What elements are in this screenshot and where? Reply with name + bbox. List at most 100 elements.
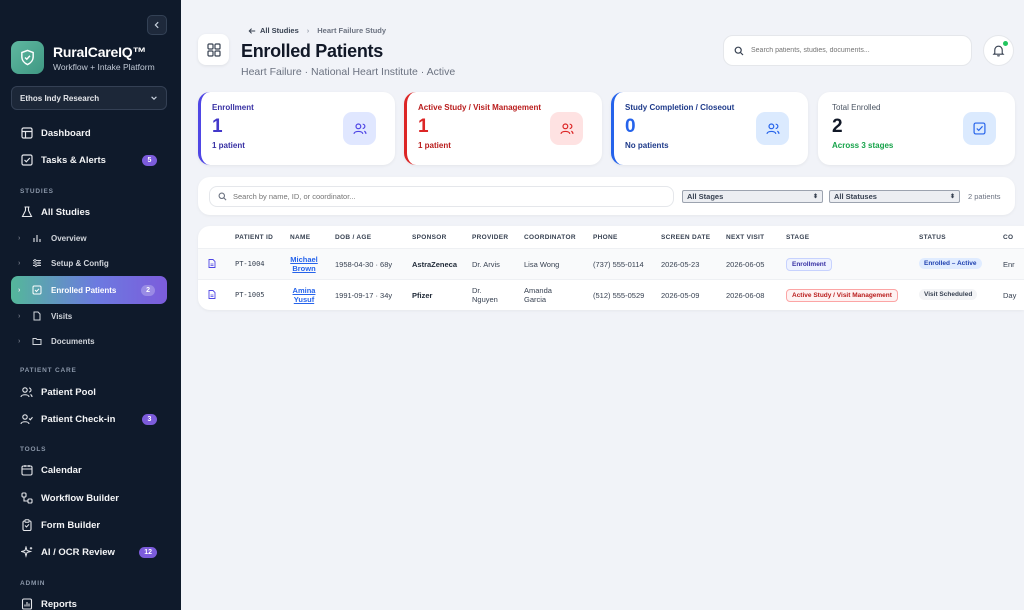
nav-patient-pool[interactable]: Patient Pool — [11, 379, 167, 405]
patient-search-input[interactable] — [233, 192, 653, 201]
folder-icon — [32, 338, 41, 345]
nav-overview[interactable]: › Overview — [11, 226, 167, 250]
sparkles-icon — [20, 546, 32, 558]
table-row[interactable]: PT-1004 Michael Brown 1958-04-30 · 68y A… — [198, 248, 1024, 279]
next-visit: 2026-06-08 — [726, 291, 765, 300]
coordinator-line: Garcia — [524, 295, 547, 304]
nav-dashboard[interactable]: Dashboard — [11, 120, 167, 146]
status-badge: Visit Scheduled — [919, 289, 978, 300]
card-label: Active Study / Visit Management — [418, 103, 541, 112]
provider-line: Nguyen — [472, 295, 498, 304]
patient-dob: 1991-09-17 · 34y — [335, 291, 393, 300]
nav-enrolled-patients[interactable]: › Enrolled Patients 2 — [11, 276, 167, 304]
patient-name-link[interactable]: Amina Yusuf — [290, 286, 318, 304]
card-label: Enrollment — [212, 103, 254, 112]
checkin-count-badge: 3 — [142, 413, 157, 425]
nav-label: Enrolled Patients — [51, 285, 117, 295]
nav-ai-ocr-review[interactable]: AI / OCR Review 12 — [11, 539, 167, 565]
nav-workflow-builder[interactable]: Workflow Builder — [11, 485, 167, 511]
document-icon[interactable] — [208, 290, 216, 299]
column-header[interactable]: NEXT VISIT — [726, 234, 764, 241]
section-tools: TOOLS — [20, 446, 47, 453]
column-header[interactable]: SCREEN DATE — [661, 234, 710, 241]
column-header[interactable]: STAGE — [786, 234, 809, 241]
nav-label: Form Builder — [41, 519, 101, 531]
stage-filter-select[interactable]: All Stages ⬍ — [682, 190, 823, 203]
stat-card-closeout[interactable]: Study Completion / Closeout 0 No patient… — [611, 92, 808, 165]
calendar-icon — [20, 465, 33, 476]
breadcrumb-current: Heart Failure Study — [317, 26, 387, 35]
nav-visits[interactable]: › Visits — [11, 304, 167, 328]
column-header[interactable]: PHONE — [593, 234, 618, 241]
chevron-right-icon: › — [18, 286, 21, 294]
column-header[interactable]: DOB / AGE — [335, 234, 371, 241]
column-header[interactable]: STATUS — [919, 234, 946, 241]
patient-id: PT-1005 — [235, 291, 265, 299]
report-icon — [21, 598, 32, 610]
table-row[interactable]: PT-1005 Amina Yusuf 1991-09-17 · 34y Pfi… — [198, 279, 1024, 310]
nav-calendar[interactable]: Calendar — [11, 457, 167, 483]
nav-label: Calendar — [41, 464, 82, 476]
patient-name-link[interactable]: Michael Brown — [290, 255, 318, 273]
chevron-right-icon: › — [18, 337, 21, 345]
nav-label: Patient Check-in — [41, 413, 116, 425]
nav-all-studies[interactable]: All Studies — [11, 199, 167, 225]
column-header[interactable]: PATIENT ID — [235, 234, 273, 241]
status-filter-select[interactable]: All Statuses ⬍ — [829, 190, 960, 203]
stat-card-active-study[interactable]: Active Study / Visit Management 1 1 pati… — [404, 92, 602, 165]
nav-label: Dashboard — [41, 127, 91, 139]
search-icon — [218, 192, 227, 201]
column-header[interactable]: CO — [1003, 234, 1013, 241]
provider-line: Dr. — [472, 286, 482, 295]
patient-last-name: Brown — [292, 264, 316, 273]
document-icon[interactable] — [208, 259, 216, 268]
nav-label: Documents — [51, 336, 95, 346]
nav-label: Visits — [51, 311, 73, 321]
notifications-button[interactable] — [983, 35, 1014, 66]
bar-chart-icon — [32, 235, 41, 242]
nav-reports[interactable]: Reports — [11, 591, 167, 610]
screen-date: 2026-05-23 — [661, 260, 700, 269]
back-link[interactable]: All Studies — [248, 26, 299, 35]
sidebar: RuralCareIQ™ Workflow + Intake Platform … — [0, 0, 181, 610]
patient-coordinator: Lisa Wong — [524, 260, 560, 269]
nav-documents[interactable]: › Documents — [11, 329, 167, 353]
stage-badge: Enrollment — [786, 258, 832, 271]
stat-card-total-enrolled[interactable]: Total Enrolled 2 Across 3 stages — [818, 92, 1015, 165]
logo[interactable] — [11, 41, 44, 74]
column-header[interactable]: COORDINATOR — [524, 234, 576, 241]
clipboard-icon — [21, 519, 32, 531]
card-label: Study Completion / Closeout — [625, 103, 735, 112]
card-icon — [343, 112, 376, 145]
workflow-icon — [20, 492, 33, 504]
file-icon — [33, 311, 40, 321]
patient-first-name: Amina — [292, 286, 316, 295]
card-icon — [756, 112, 789, 145]
nav-setup-config[interactable]: › Setup & Config — [11, 251, 167, 275]
patient-id: PT-1004 — [235, 260, 265, 268]
collapse-sidebar-button[interactable] — [147, 15, 167, 35]
breadcrumb: All Studies › Heart Failure Study — [248, 26, 386, 35]
select-arrows-icon: ⬍ — [812, 194, 818, 200]
patient-phone: (737) 555-0114 — [593, 260, 644, 269]
column-header[interactable]: PROVIDER — [472, 234, 508, 241]
nav-tasks-alerts[interactable]: Tasks & Alerts 5 — [11, 147, 167, 173]
nav-patient-checkin[interactable]: Patient Check-in 3 — [11, 406, 167, 432]
user-check-icon — [20, 414, 33, 425]
column-header[interactable]: NAME — [290, 234, 310, 241]
section-patient-care: PATIENT CARE — [20, 367, 77, 374]
patient-search[interactable] — [209, 186, 674, 207]
stat-card-enrollment[interactable]: Enrollment 1 1 patient — [198, 92, 395, 165]
global-search[interactable] — [723, 35, 972, 66]
users-icon — [20, 387, 33, 398]
global-search-input[interactable] — [751, 47, 961, 54]
patient-phone: (512) 555-0529 — [593, 291, 645, 300]
organization-select[interactable]: Ethos Indy Research — [11, 86, 167, 110]
column-header[interactable]: SPONSOR — [412, 234, 447, 241]
truncated-cell: Day — [1003, 291, 1017, 300]
organization-name: Ethos Indy Research — [20, 93, 100, 103]
coordinator-line: Amanda — [524, 286, 552, 295]
nav-form-builder[interactable]: Form Builder — [11, 512, 167, 538]
patient-dob: 1958-04-30 · 68y — [335, 260, 393, 269]
checkbox-icon — [20, 154, 33, 166]
